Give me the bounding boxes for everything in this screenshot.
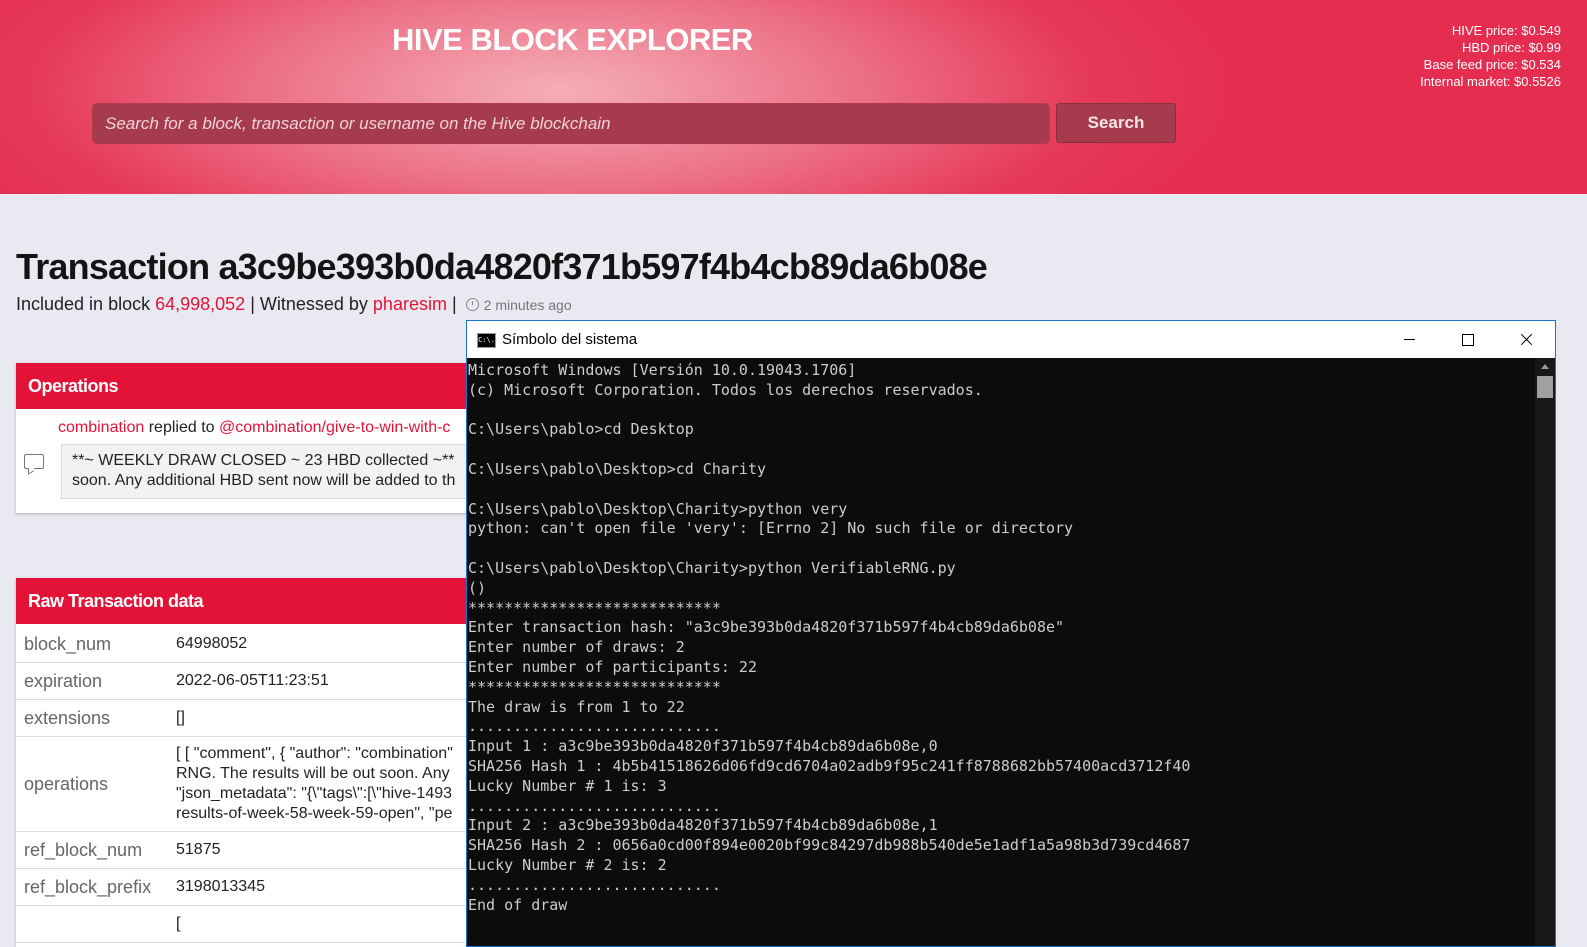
raw-transaction-header: Raw Transaction data	[16, 578, 476, 624]
console-line: Enter transaction hash: "a3c9be393b0da48…	[468, 618, 1065, 637]
console-line: python: can't open file 'very': [Errno 2…	[468, 519, 1074, 538]
console-line: C:\Users\pablo\Desktop\Charity>python Ve…	[468, 558, 956, 577]
console-line: Lucky Number # 1 is: 3	[468, 776, 667, 795]
field-value: [ [ "comment", { "author": "combination"…	[168, 736, 476, 832]
block-link[interactable]: 64,998,052	[155, 294, 245, 314]
field-value: 64998052	[168, 626, 476, 663]
console-line: SHA256 Hash 1 : 4b5b41518626d06fd9cd6704…	[468, 756, 1191, 775]
console-line: Enter number of draws: 2	[468, 638, 685, 657]
internal-market-price: Internal market: $0.5526	[1420, 74, 1561, 89]
raw-transaction-table: block_num 64998052 expiration 2022-06-05…	[16, 626, 476, 943]
console-line: SHA256 Hash 2 : 0656a0cd00f894e0020bf99c…	[468, 836, 1191, 855]
included-label: Included in block	[16, 294, 156, 314]
scroll-up-arrow-icon[interactable]	[1541, 364, 1549, 369]
vertical-scrollbar[interactable]	[1535, 358, 1555, 946]
maximize-button[interactable]	[1439, 321, 1497, 358]
table-row: [	[16, 905, 476, 943]
price-ticker: HIVE price: $0.549 HBD price: $0.99 Base…	[1420, 22, 1561, 90]
field-value: [	[168, 905, 476, 943]
console-line: C:\Users\pablo\Desktop>cd Charity	[468, 459, 767, 478]
console-line: The draw is from 1 to 22	[468, 697, 685, 716]
search-input[interactable]	[92, 103, 1050, 144]
console-line: Input 2 : a3c9be393b0da4820f371b597f4b4c…	[468, 816, 938, 835]
window-title: Símbolo del sistema	[502, 331, 638, 348]
console-line: C:\Users\pablo\Desktop\Charity>python ve…	[468, 499, 848, 518]
console-line: Lucky Number # 2 is: 2	[468, 855, 667, 874]
window-titlebar[interactable]: C:\. Símbolo del sistema	[467, 321, 1555, 358]
witness-link[interactable]: pharesim	[373, 294, 447, 314]
console-line: End of draw	[468, 895, 568, 914]
hbd-price: HBD price: $0.99	[1462, 40, 1561, 55]
console-line: Enter number of participants: 22	[468, 657, 757, 676]
console-line: Input 1 : a3c9be393b0da4820f371b597f4b4c…	[468, 737, 938, 756]
field-key: extensions	[16, 699, 168, 737]
field-value: 2022-06-05T11:23:51	[168, 662, 476, 700]
cmd-icon: C:\.	[477, 333, 496, 348]
table-row: ref_block_prefix 3198013345	[16, 868, 476, 906]
console-line: C:\Users\pablo>cd Desktop	[468, 420, 694, 439]
operation-action: replied to	[144, 419, 219, 436]
console-output[interactable]: Microsoft Windows [Versión 10.0.19043.17…	[467, 358, 1535, 946]
field-key: operations	[16, 736, 168, 832]
scroll-thumb[interactable]	[1537, 376, 1553, 398]
field-key: ref_block_prefix	[16, 868, 168, 906]
operations-json-line: [ [ "comment", { "author": "combination"	[176, 745, 453, 762]
clock-icon	[465, 298, 479, 311]
transaction-meta: Included in block 64,998,052 | Witnessed…	[16, 294, 572, 315]
minimize-button[interactable]	[1381, 321, 1439, 358]
operations-json-line: "json_metadata": "{\"tags\":[\"hive-1493	[176, 785, 453, 802]
console-line: ****************************	[468, 598, 721, 617]
table-row: extensions []	[16, 699, 476, 737]
table-row: block_num 64998052	[16, 626, 476, 663]
field-key: expiration	[16, 662, 168, 700]
site-header: HIVE BLOCK EXPLORER HIVE price: $0.549 H…	[0, 0, 1587, 194]
base-feed-price: Base feed price: $0.534	[1423, 57, 1561, 72]
field-key: block_num	[16, 626, 168, 663]
console-line: ............................	[468, 875, 721, 894]
field-value: 51875	[168, 831, 476, 869]
table-row: operations [ [ "comment", { "author": "c…	[16, 736, 476, 832]
time-ago: 2 minutes ago	[483, 297, 572, 313]
field-key	[16, 905, 168, 943]
console-line: (c) Microsoft Corporation. Todos los der…	[468, 380, 983, 399]
console-line: Microsoft Windows [Versión 10.0.19043.17…	[468, 361, 857, 379]
close-button[interactable]	[1497, 321, 1555, 358]
table-row: ref_block_num 51875	[16, 831, 476, 869]
operations-json-line: RNG. The results will be out soon. Any	[176, 765, 450, 782]
operations-header: Operations	[16, 363, 476, 409]
field-value: []	[168, 699, 476, 737]
author-link[interactable]: combination	[58, 419, 144, 436]
raw-transaction-panel: Raw Transaction data block_num 64998052 …	[16, 578, 476, 947]
table-row: expiration 2022-06-05T11:23:51	[16, 662, 476, 700]
witnessed-label: | Witnessed by	[245, 294, 373, 314]
site-title[interactable]: HIVE BLOCK EXPLORER	[392, 22, 753, 58]
operations-json-line: results-of-week-58-week-59-open", "pe	[176, 805, 453, 822]
console-line: ............................	[468, 796, 721, 815]
console-line: ()	[468, 578, 487, 597]
field-key: ref_block_num	[16, 831, 168, 869]
console-line: ............................	[468, 717, 721, 736]
page-title: Transaction a3c9be393b0da4820f371b597f4b…	[16, 246, 988, 287]
field-value: 3198013345	[168, 868, 476, 906]
console-line: ****************************	[468, 677, 721, 696]
operation-summary: combination replied to @combination/give…	[58, 419, 450, 437]
comment-icon	[24, 454, 44, 469]
comment-body: **~ WEEKLY DRAW CLOSED ~ 23 HBD collecte…	[61, 444, 476, 499]
operations-panel: Operations combination replied to @combi…	[16, 363, 476, 513]
comment-body-line: **~ WEEKLY DRAW CLOSED ~ 23 HBD collecte…	[72, 452, 455, 469]
command-prompt-window[interactable]: C:\. Símbolo del sistema Microsoft Windo…	[466, 320, 1556, 947]
search-button[interactable]: Search	[1056, 103, 1176, 143]
meta-separator: |	[446, 294, 462, 314]
parent-post-link[interactable]: @combination/give-to-win-with-c	[219, 419, 450, 436]
hive-price: HIVE price: $0.549	[1451, 23, 1561, 38]
comment-body-line: soon. Any additional HBD sent now will b…	[72, 472, 456, 489]
